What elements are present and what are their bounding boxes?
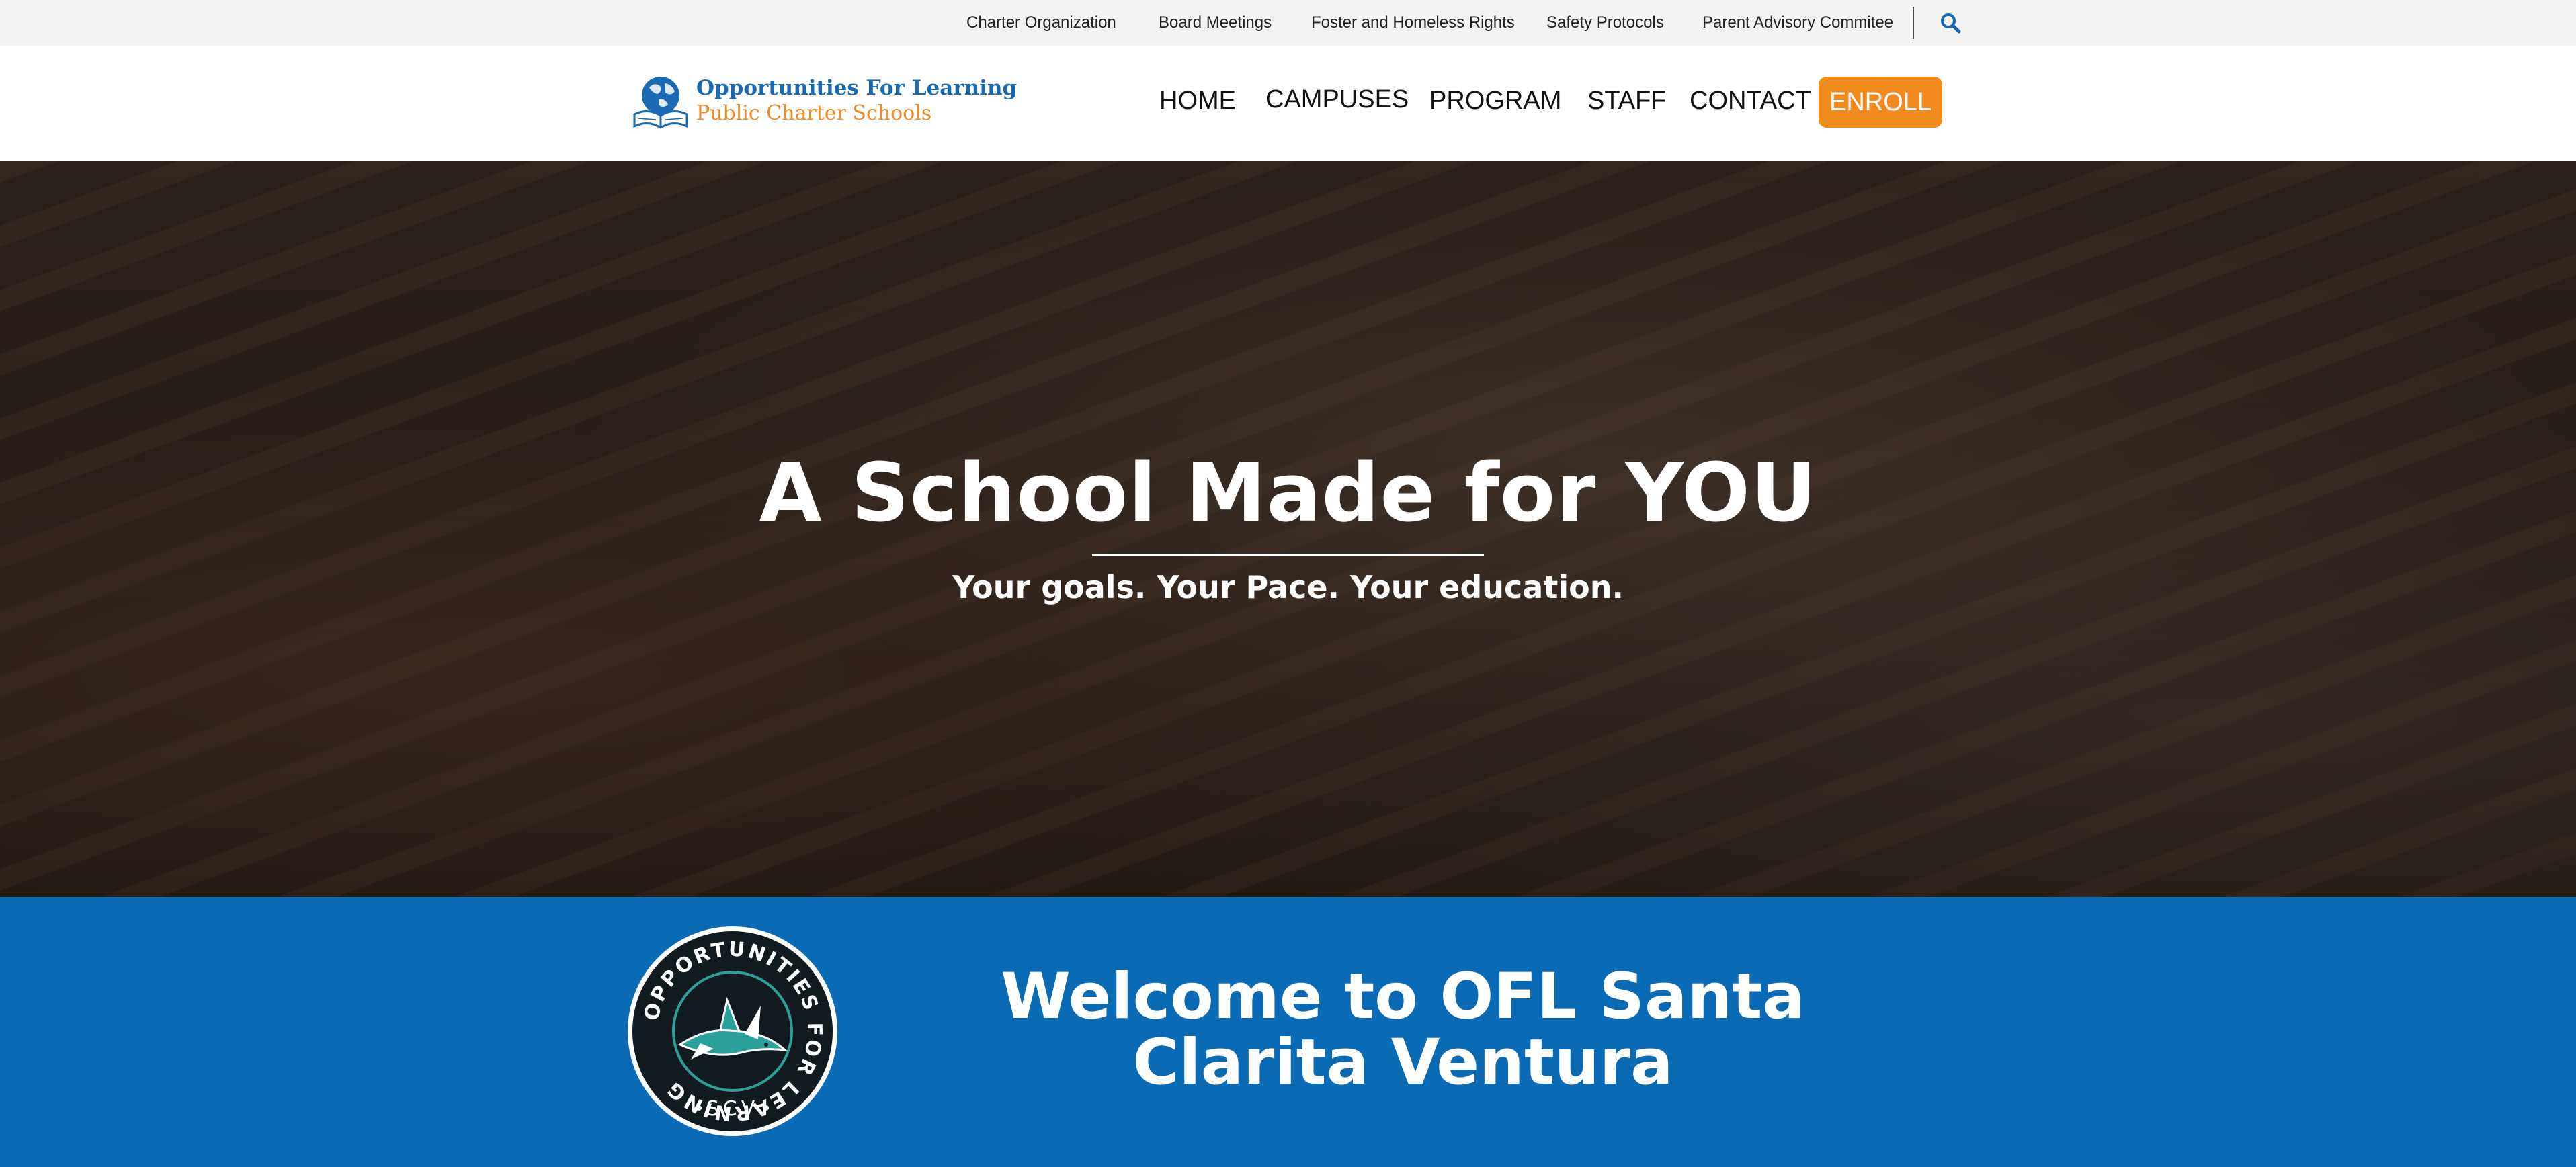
nav-home[interactable]: HOME bbox=[1159, 86, 1236, 116]
utility-bar: Charter Organization Board Meetings Fost… bbox=[0, 0, 2576, 46]
welcome-title: Welcome to OFL Santa Clarita Ventura bbox=[1001, 960, 1805, 1099]
welcome-section: OPPORTUNITIES FOR LEARNING SCV Welcome t… bbox=[0, 897, 2576, 1167]
enroll-button[interactable]: ENROLL bbox=[1819, 77, 1942, 128]
nav-contact[interactable]: CONTACT bbox=[1690, 86, 1811, 116]
utility-link-charter-organization[interactable]: Charter Organization bbox=[966, 13, 1116, 32]
search-icon bbox=[1941, 13, 1961, 34]
hero-divider bbox=[1092, 554, 1484, 556]
nav-staff[interactable]: STAFF bbox=[1587, 86, 1667, 116]
globe-book-icon bbox=[633, 77, 688, 129]
utility-link-parent-advisory[interactable]: Parent Advisory Commitee bbox=[1702, 13, 1893, 32]
utility-divider bbox=[1913, 7, 1914, 39]
utility-link-foster-homeless-rights[interactable]: Foster and Homeless Rights bbox=[1311, 13, 1515, 32]
hero-banner: A School Made for YOU Your goals. Your P… bbox=[0, 161, 2576, 897]
nav-program[interactable]: PROGRAM bbox=[1429, 86, 1561, 116]
logo-title: Opportunities For Learning bbox=[696, 76, 1017, 100]
scv-badge: OPPORTUNITIES FOR LEARNING SCV bbox=[628, 926, 837, 1136]
site-logo[interactable]: Opportunities For Learning Public Charte… bbox=[630, 73, 1017, 140]
hero-subtitle: Your goals. Your Pace. Your education. bbox=[952, 569, 1624, 605]
logo-subtitle: Public Charter Schools bbox=[696, 101, 932, 125]
hero-title: A School Made for YOU bbox=[759, 447, 1817, 540]
search-button[interactable] bbox=[1939, 11, 1962, 34]
utility-link-board-meetings[interactable]: Board Meetings bbox=[1159, 13, 1272, 32]
main-header: Opportunities For Learning Public Charte… bbox=[0, 46, 2576, 161]
badge-code: SCV bbox=[706, 1097, 759, 1121]
utility-link-safety-protocols[interactable]: Safety Protocols bbox=[1546, 13, 1664, 32]
nav-campuses[interactable]: CAMPUSES bbox=[1265, 85, 1409, 114]
